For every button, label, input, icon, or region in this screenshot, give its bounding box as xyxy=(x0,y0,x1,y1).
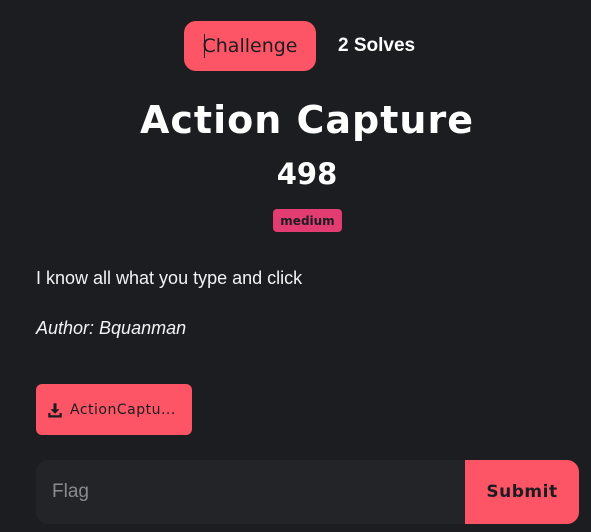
submit-button[interactable]: Submit xyxy=(465,460,579,524)
download-file-button[interactable]: ActionCaptu... xyxy=(36,384,192,435)
download-icon xyxy=(48,402,62,417)
challenge-author: Author: Bquanman xyxy=(36,318,187,338)
tab-solves[interactable]: 2 Solves xyxy=(338,35,415,57)
modal-tabs: Challenge 2 Solves xyxy=(184,21,415,71)
text-caret xyxy=(204,34,205,58)
tab-challenge-label: Challenge xyxy=(202,35,298,57)
challenge-title: Action Capture xyxy=(140,98,474,142)
flag-input[interactable] xyxy=(36,460,465,524)
tab-challenge[interactable]: Challenge xyxy=(184,21,316,71)
challenge-modal: Challenge 2 Solves Action Capture 498 me… xyxy=(0,0,591,532)
download-file-label: ActionCaptu... xyxy=(70,401,176,418)
flag-form: Submit xyxy=(36,460,579,524)
challenge-description: I know all what you type and click xyxy=(36,268,303,288)
challenge-points: 498 xyxy=(276,157,338,191)
difficulty-badge: medium xyxy=(273,209,342,232)
